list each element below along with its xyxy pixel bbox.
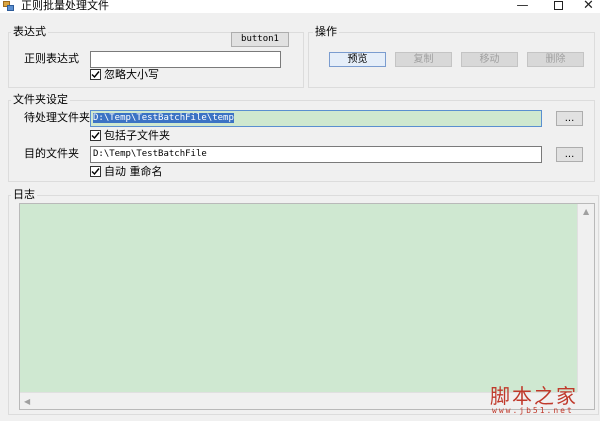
button1[interactable]: button1 — [231, 32, 289, 47]
close-button[interactable]: ✕ — [571, 0, 600, 13]
target-folder-input[interactable]: D:\Temp\TestBatchFile — [90, 146, 542, 163]
source-browse-button[interactable]: ... — [556, 111, 583, 126]
ignore-case-label: 忽略大小写 — [104, 68, 159, 81]
ignore-case-checkbox[interactable]: 忽略大小写 — [90, 68, 180, 81]
target-folder-label: 目的文件夹 — [24, 147, 79, 160]
auto-rename-checkbox[interactable]: 自动 重命名 — [90, 165, 180, 178]
maximize-icon — [554, 1, 563, 10]
auto-rename-label: 自动 重命名 — [104, 165, 163, 178]
include-subfolders-label: 包括子文件夹 — [104, 129, 170, 142]
log-textarea[interactable]: ▲ ◀ — [19, 203, 595, 410]
source-folder-input[interactable]: D:\Temp\TestBatchFile\temp — [90, 110, 542, 127]
app-icon — [3, 1, 15, 12]
watermark-url: www.jb51.net — [492, 406, 574, 415]
source-folder-value: D:\Temp\TestBatchFile\temp — [93, 113, 234, 123]
scroll-left-icon: ◀ — [24, 397, 31, 406]
minimize-button[interactable]: — — [505, 0, 540, 13]
copy-button[interactable]: 复制 — [395, 52, 452, 67]
checkbox-icon — [90, 69, 101, 80]
delete-button[interactable]: 删除 — [527, 52, 584, 67]
expression-group-label: 表达式 — [11, 25, 48, 38]
close-icon: ✕ — [583, 0, 594, 13]
scroll-up-icon: ▲ — [583, 207, 590, 216]
log-vertical-scrollbar[interactable]: ▲ — [577, 204, 594, 393]
watermark: 脚本之家 www.jb51.net — [490, 380, 596, 418]
operations-group-label: 操作 — [313, 25, 339, 38]
folder-group-label: 文件夹设定 — [11, 93, 70, 106]
regex-input[interactable] — [90, 51, 281, 68]
regex-label: 正则表达式 — [24, 52, 79, 65]
window-title: 正则批量处理文件 — [21, 0, 109, 12]
target-browse-button[interactable]: ... — [556, 147, 583, 162]
watermark-text: 脚本之家 — [490, 384, 578, 408]
include-subfolders-checkbox[interactable]: 包括子文件夹 — [90, 129, 180, 142]
move-button[interactable]: 移动 — [461, 52, 518, 67]
source-folder-label: 待处理文件夹 — [24, 111, 90, 124]
minimize-icon: — — [516, 0, 529, 12]
preview-button[interactable]: 预览 — [329, 52, 386, 67]
checkbox-icon — [90, 166, 101, 177]
checkbox-icon — [90, 130, 101, 141]
title-bar: 正则批量处理文件 — ✕ — [0, 0, 600, 13]
log-group-label: 日志 — [11, 188, 37, 201]
